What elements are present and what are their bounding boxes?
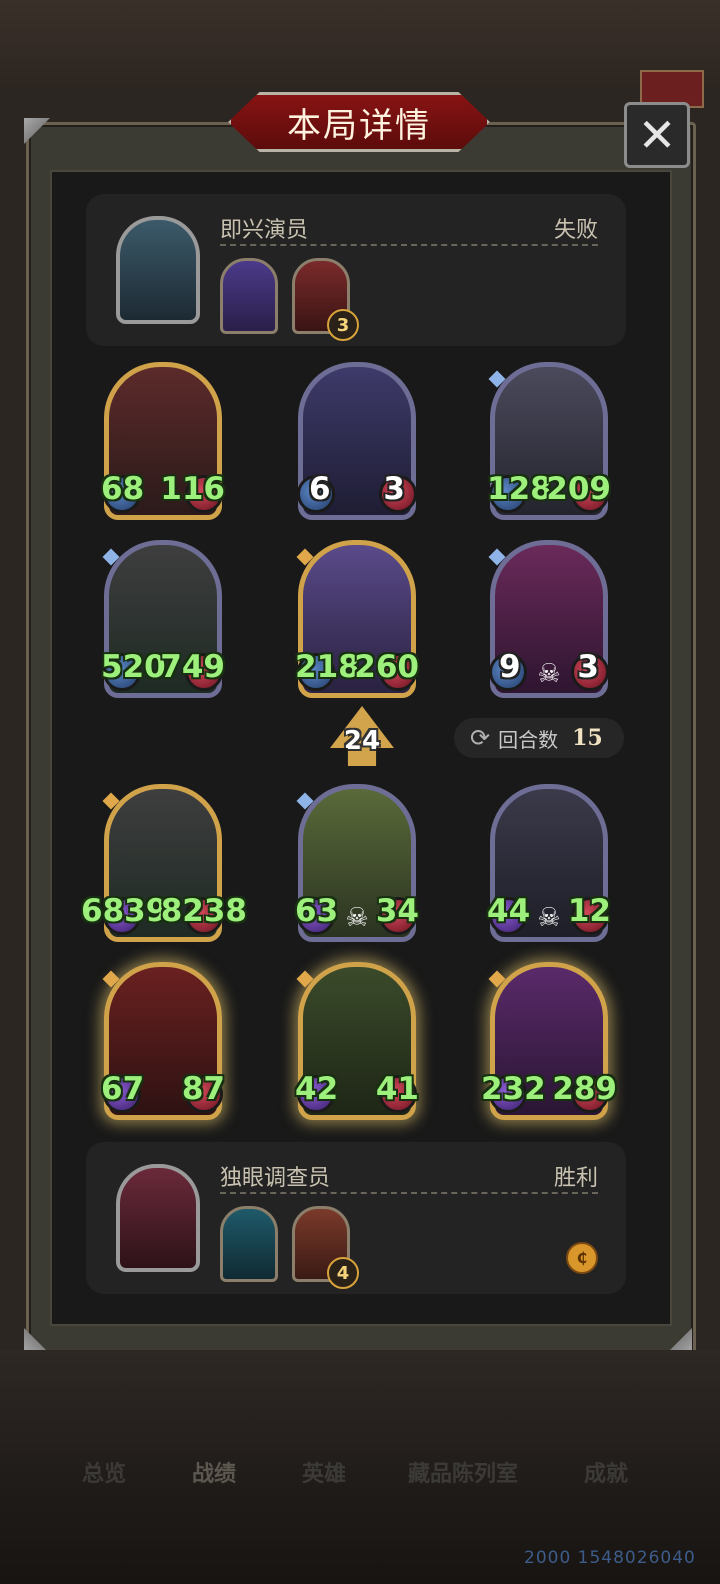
opponent-minion-2[interactable]: 6 3 (297, 362, 417, 520)
minion-health: 87 (181, 1071, 225, 1107)
minion-attack: 218 (295, 649, 360, 685)
tab-overview[interactable]: 总览 (82, 1456, 126, 1488)
skull-icon: ☠ (345, 903, 369, 933)
minion-health: 41 (375, 1071, 419, 1107)
minion-health: 209 (546, 471, 611, 507)
opponent-portrait[interactable] (116, 216, 200, 324)
minion-health: 34 (375, 893, 419, 929)
item-count-badge: 4 (327, 1257, 359, 1289)
tab-collection[interactable]: 藏品陈列室 (408, 1456, 518, 1488)
minion-health: 289 (552, 1071, 617, 1107)
minion-attack: 67 (101, 1071, 145, 1107)
opponent-result: 失败 (553, 218, 598, 243)
minion-attack: 6 (309, 471, 331, 507)
skull-icon: ☠ (537, 903, 561, 933)
player-minion-6[interactable]: 232 289 (481, 962, 617, 1120)
minion-attack: 42 (295, 1071, 339, 1107)
opponent-minion-1[interactable]: 68 116 (101, 362, 225, 520)
minion-attack: 63 (295, 893, 339, 929)
minion-health: 8238 (160, 893, 247, 929)
player-panel: 独眼调查员 胜利 4 ₵ (86, 1142, 626, 1294)
minion-attack: 520 (101, 649, 166, 685)
player-result: 胜利 (553, 1166, 598, 1191)
rounds-label: 回合数 (498, 727, 559, 752)
player-minion-2[interactable]: ☠ 63 34 (295, 784, 419, 942)
opponent-minion-6[interactable]: ☠ 9 3 (488, 540, 609, 698)
player-item-1[interactable] (220, 1206, 278, 1282)
title-plate: 本局详情 (228, 92, 490, 152)
rounds-value: 15 (572, 725, 603, 751)
player-portrait[interactable] (116, 1164, 200, 1272)
opponent-name: 即兴演员 (220, 218, 309, 243)
player-minion-5[interactable]: 42 41 (295, 962, 419, 1120)
minion-health: 3 (577, 649, 599, 685)
opponent-item-2[interactable]: 3 (292, 258, 359, 341)
opponent-minion-5[interactable]: 218 260 (295, 540, 419, 698)
minion-health: 116 (160, 471, 225, 507)
minion-attack: 44 (487, 893, 531, 929)
player-name: 独眼调查员 (220, 1166, 331, 1191)
skull-icon: ☠ (537, 659, 561, 689)
close-icon: ✕ (637, 108, 677, 162)
divider (220, 1192, 598, 1194)
opponent-panel: 即兴演员 失败 3 (86, 194, 626, 346)
player-minion-1[interactable]: 6839 8238 (81, 784, 247, 942)
rounds-pill: ⟳ 回合数 15 (454, 718, 624, 758)
player-minion-3[interactable]: ☠ 44 12 (487, 784, 611, 942)
background-top (0, 0, 720, 90)
tab-achievements[interactable]: 成就 (584, 1456, 628, 1488)
close-button[interactable]: ✕ (624, 102, 690, 168)
coin-icon: ₵ (566, 1242, 598, 1274)
tab-record[interactable]: 战绩 (192, 1456, 236, 1488)
minion-attack: 68 (101, 471, 145, 507)
minion-attack: 232 (481, 1071, 546, 1107)
refresh-icon: ⟳ (470, 724, 491, 752)
minion-attack: 128 (487, 471, 552, 507)
divider (220, 244, 598, 246)
tab-heroes[interactable]: 英雄 (302, 1456, 346, 1488)
build-id: 2000 1548026040 (524, 1548, 696, 1568)
bottom-tab-bar: 总览 战绩 英雄 藏品陈列室 成就 (0, 1456, 720, 1496)
opponent-minion-3[interactable]: 128 209 (487, 362, 611, 520)
player-minion-4[interactable]: 67 87 (101, 962, 225, 1120)
minion-health: 12 (567, 893, 611, 929)
minion-health: 749 (160, 649, 225, 685)
item-count-badge: 3 (327, 309, 359, 341)
opponent-minion-4[interactable]: 520 749 (101, 540, 225, 698)
minion-attack: 9 (499, 649, 521, 685)
tier-number: 24 (343, 726, 381, 756)
opponent-item-1[interactable] (220, 258, 278, 334)
player-item-2[interactable]: 4 (292, 1206, 359, 1289)
minion-attack: 6839 (81, 893, 168, 929)
page-title: 本局详情 (287, 105, 431, 146)
minion-health: 3 (383, 471, 405, 507)
minion-health: 260 (354, 649, 419, 685)
